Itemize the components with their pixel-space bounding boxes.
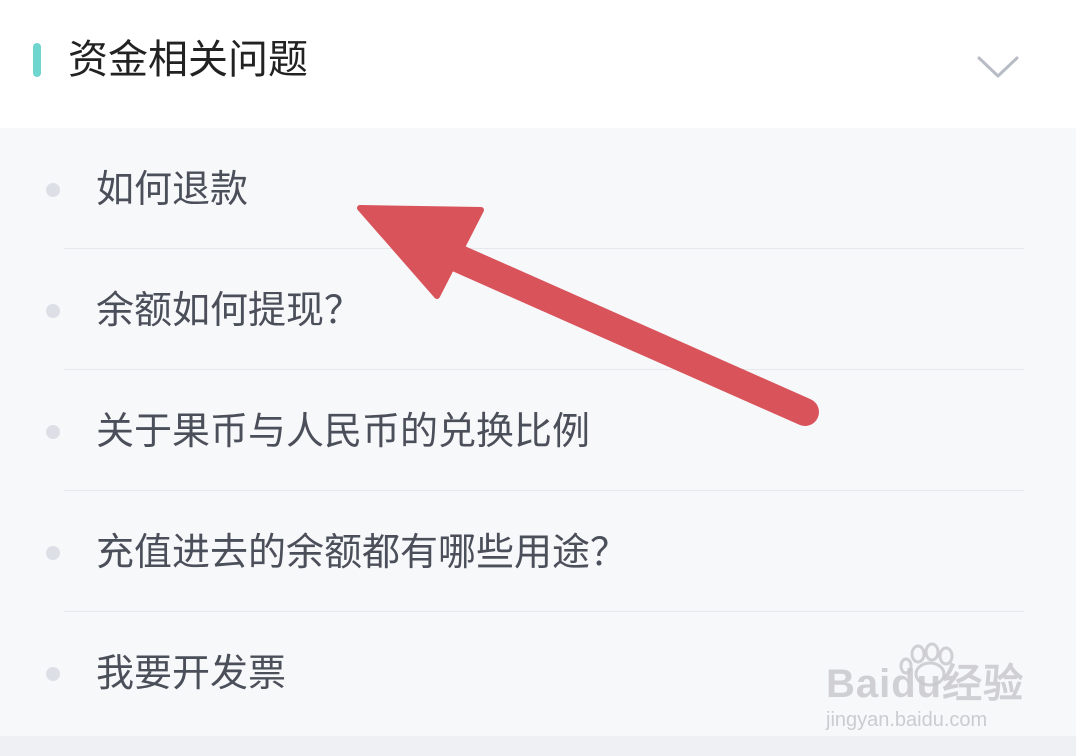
dot-icon (46, 425, 60, 439)
faq-item-label: 我要开发票 (96, 651, 287, 695)
faq-item-label: 关于果币与人民币的兑换比例 (96, 409, 591, 453)
faq-item-label: 如何退款 (96, 167, 249, 211)
accent-bar (33, 43, 41, 77)
section-title: 资金相关问题 (68, 37, 308, 83)
faq-item-balance-uses[interactable]: 充值进去的余额都有哪些用途？ (0, 491, 1076, 612)
dot-icon (46, 304, 60, 318)
faq-item-refund[interactable]: 如何退款 (0, 128, 1076, 249)
dot-icon (46, 667, 60, 681)
faq-item-label: 充值进去的余额都有哪些用途？ (96, 530, 629, 574)
dot-icon (46, 546, 60, 560)
dot-icon (46, 183, 60, 197)
faq-panel: 资金相关问题 如何退款 余额如何提现？ 关于果币与人民币的兑换比例 充值进去的余… (0, 0, 1076, 756)
faq-item-withdraw[interactable]: 余额如何提现？ (0, 249, 1076, 370)
faq-item-label: 余额如何提现？ (96, 288, 363, 332)
chevron-down-icon[interactable] (976, 50, 1020, 82)
watermark-url: jingyan.baidu.com (826, 709, 988, 731)
section-header[interactable]: 资金相关问题 (0, 0, 1076, 128)
bottom-strip (0, 736, 1076, 756)
faq-item-exchange-rate[interactable]: 关于果币与人民币的兑换比例 (0, 370, 1076, 491)
watermark-brand: Baidu经验 (826, 662, 1025, 706)
